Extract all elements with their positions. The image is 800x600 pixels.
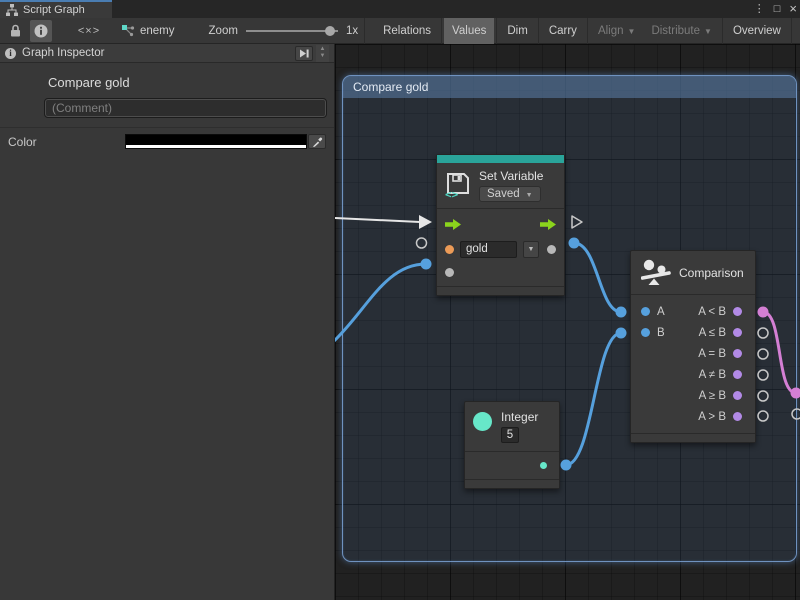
svg-text:<>: <> <box>445 188 459 199</box>
group-header[interactable]: Compare gold <box>343 76 796 98</box>
scroll-up-icon: ▲ <box>320 46 326 53</box>
zoom-slider-knob[interactable] <box>325 26 335 36</box>
variable-picker-dropdown[interactable]: ▼ <box>523 241 539 258</box>
chevron-down-icon: ▼ <box>528 246 535 253</box>
node-footer <box>631 433 755 442</box>
output-label: A > B <box>698 411 726 423</box>
window-menu-icon[interactable]: ⋮ <box>754 0 765 18</box>
node-integer[interactable]: Integer 5 <box>464 401 560 489</box>
value-in-port[interactable] <box>445 268 454 277</box>
eyedropper-button[interactable] <box>308 134 326 149</box>
carry-button[interactable]: Carry <box>541 18 585 44</box>
inspector-header-label: Graph Inspector <box>22 47 104 59</box>
input-label: B <box>657 327 665 339</box>
flow-out-port[interactable] <box>540 219 556 230</box>
output-label: A ≥ B <box>699 390 726 402</box>
output-port-a-lte-b[interactable] <box>733 328 742 337</box>
graph-ref-label: enemy <box>140 25 175 37</box>
color-row: Color <box>0 128 334 149</box>
inspector-header: i Graph Inspector ▲ ▼ <box>0 44 334 63</box>
window-close-icon[interactable]: × <box>789 0 797 18</box>
window-titlebar: Script Graph ⋮ □ × <box>0 0 800 18</box>
node-footer <box>465 479 559 488</box>
group-title-field[interactable]: Compare gold <box>48 75 334 90</box>
relations-button[interactable]: Relations <box>375 18 439 44</box>
info-icon <box>34 24 48 38</box>
tab-script-graph[interactable]: Script Graph <box>0 0 112 18</box>
variable-name-field[interactable]: gold <box>460 241 517 258</box>
overview-button[interactable]: Overview <box>725 18 789 44</box>
zoom-slider[interactable] <box>246 30 338 32</box>
zoom-value: 1x <box>346 25 358 37</box>
flow-in-port[interactable] <box>445 219 461 230</box>
input-port-b[interactable] <box>641 328 650 337</box>
chevron-down-icon: ▼ <box>704 27 712 36</box>
integer-out-port[interactable] <box>540 462 547 469</box>
graph-breadcrumb[interactable]: enemy <box>122 25 175 37</box>
script-graph-icon <box>6 4 18 16</box>
output-label: A ≤ B <box>699 327 726 339</box>
chevron-down-icon: ▼ <box>628 27 636 36</box>
output-port-a-eq-b[interactable] <box>733 349 742 358</box>
lock-icon <box>10 24 21 37</box>
variable-scope-dropdown[interactable]: Saved ▼ <box>479 186 541 202</box>
node-title: Integer <box>501 410 538 424</box>
comparison-scale-icon <box>641 259 671 286</box>
integer-value-field[interactable]: 5 <box>501 427 519 443</box>
graph-canvas[interactable]: Compare gold <> Set Variable Saved ▼ <box>335 44 800 600</box>
color-label: Color <box>8 135 125 149</box>
node-footer <box>437 286 564 295</box>
window-maximize-icon[interactable]: □ <box>774 0 781 18</box>
graph-toolbar: <×> enemy Zoom 1x Relations Values Dim C… <box>0 18 800 44</box>
output-label: A < B <box>698 306 726 318</box>
eyedropper-icon <box>312 136 323 147</box>
full-screen-button[interactable]: Full Screen <box>794 18 800 44</box>
node-comparison[interactable]: Comparison A A < B B A ≤ B <box>630 250 756 443</box>
values-button[interactable]: Values <box>444 18 494 44</box>
chevron-down-icon: ▼ <box>526 192 533 199</box>
zoom-label: Zoom <box>209 25 238 37</box>
alpha-strip <box>126 145 306 148</box>
code-icon: <×> <box>78 25 100 37</box>
graph-node-icon <box>122 25 135 37</box>
distribute-dropdown[interactable]: Distribute ▼ <box>643 18 720 44</box>
input-port-a[interactable] <box>641 307 650 316</box>
output-port-a-gte-b[interactable] <box>733 391 742 400</box>
node-title: Set Variable <box>479 169 543 183</box>
node-set-variable[interactable]: <> Set Variable Saved ▼ <box>436 154 565 296</box>
toolbar-separator <box>364 18 365 44</box>
node-accent-strip <box>437 155 564 163</box>
value-out-port[interactable] <box>547 245 556 254</box>
inspector-toggle-button[interactable] <box>30 20 52 42</box>
input-label: A <box>657 306 665 318</box>
group-title: Compare gold <box>353 80 428 94</box>
output-label: A = B <box>698 348 726 360</box>
integer-type-icon <box>473 412 492 431</box>
info-icon: i <box>5 48 16 59</box>
lock-button[interactable] <box>4 20 26 42</box>
align-dropdown[interactable]: Align ▼ <box>590 18 644 44</box>
panel-scroll-arrows[interactable]: ▲ ▼ <box>316 45 329 62</box>
node-title: Comparison <box>679 266 744 280</box>
save-variable-icon: <> <box>445 172 471 199</box>
output-port-a-gt-b[interactable] <box>733 412 742 421</box>
comment-input[interactable] <box>45 99 326 117</box>
scroll-down-icon: ▼ <box>320 53 326 60</box>
graph-inspector-panel: i Graph Inspector ▲ ▼ Compare gold Color <box>0 44 335 600</box>
output-label: A ≠ B <box>699 369 726 381</box>
dim-button[interactable]: Dim <box>499 18 535 44</box>
output-port-a-neq-b[interactable] <box>733 370 742 379</box>
output-port-a-lt-b[interactable] <box>733 307 742 316</box>
dock-panel-button[interactable] <box>295 46 313 61</box>
variable-name-port[interactable] <box>445 245 454 254</box>
dock-panel-icon <box>299 49 309 58</box>
variables-toggle-button[interactable]: <×> <box>78 20 100 42</box>
tab-title: Script Graph <box>23 4 85 16</box>
color-swatch[interactable] <box>125 134 307 149</box>
